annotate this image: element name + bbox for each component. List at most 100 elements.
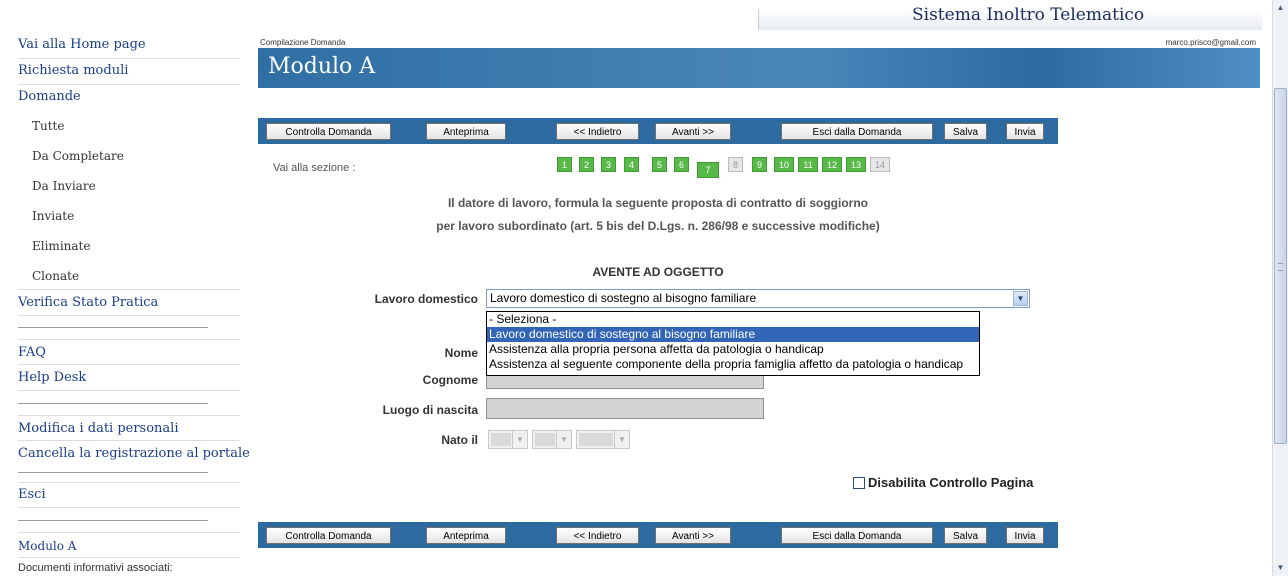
- sidebar-item-inviate[interactable]: Inviate: [32, 209, 74, 223]
- section-nav-label: Vai alla sezione :: [273, 162, 356, 174]
- scroll-up-icon[interactable]: ▲: [1273, 0, 1288, 16]
- birth-day-select[interactable]: ▼: [488, 430, 528, 449]
- sidebar-divider: [18, 84, 240, 85]
- salva-button[interactable]: Salva: [944, 527, 987, 544]
- indietro-button[interactable]: << Indietro: [556, 527, 639, 544]
- page-header: Modulo A: [258, 48, 1260, 88]
- user-email: marco.prisco@gmail.com: [1165, 38, 1256, 47]
- grip-icon: [1278, 263, 1283, 271]
- chevron-down-icon: ▼: [512, 431, 527, 448]
- disabilita-controllo-option[interactable]: Disabilita Controllo Pagina: [853, 474, 1033, 492]
- section-button-6[interactable]: 6: [674, 157, 689, 172]
- invia-button[interactable]: Invia: [1006, 527, 1044, 544]
- sidebar-divider: [18, 315, 240, 316]
- sidebar-divider: [18, 289, 240, 290]
- esci-domanda-button[interactable]: Esci dalla Domanda: [781, 123, 933, 140]
- sidebar-richiesta-moduli-link[interactable]: Richiesta moduli: [18, 63, 128, 78]
- section-button-10[interactable]: 10: [774, 157, 794, 172]
- nome-label: Nome: [444, 346, 478, 360]
- sidebar-separator: [18, 472, 208, 473]
- sidebar-divider: [18, 507, 240, 508]
- sidebar-separator: [18, 520, 208, 521]
- sidebar-home-link[interactable]: Vai alla Home page: [18, 37, 146, 52]
- sidebar-item-da-inviare[interactable]: Da Inviare: [32, 179, 96, 193]
- lavoro-domestico-selected-value: Lavoro domestico di sostegno al bisogno …: [490, 291, 757, 305]
- toolbar-bottom: Controlla Domanda Anteprima << Indietro …: [258, 522, 1058, 548]
- avanti-button[interactable]: Avanti >>: [655, 527, 731, 544]
- lavoro-domestico-options-list[interactable]: - Seleziona - Lavoro domestico di sosteg…: [486, 311, 980, 376]
- sidebar-separator: [18, 327, 208, 328]
- invia-button[interactable]: Invia: [1006, 123, 1044, 140]
- sidebar-divider: [18, 364, 240, 365]
- option-assistenza-propria-persona[interactable]: Assistenza alla propria persona affetta …: [487, 342, 979, 357]
- section-button-4[interactable]: 4: [624, 157, 639, 172]
- lavoro-domestico-label: Lavoro domestico: [374, 292, 478, 306]
- birth-year-select[interactable]: ▼: [576, 430, 630, 449]
- disabilita-controllo-checkbox[interactable]: [853, 477, 865, 489]
- lavoro-domestico-select[interactable]: Lavoro domestico di sostegno al bisogno …: [486, 289, 1030, 308]
- sidebar: Vai alla Home page Richiesta moduli Doma…: [0, 0, 255, 576]
- sidebar-divider: [18, 390, 240, 391]
- disabilita-controllo-label: Disabilita Controllo Pagina: [868, 475, 1034, 490]
- sidebar-modulo-link[interactable]: Modulo A: [18, 539, 76, 553]
- nato-il-label: Nato il: [441, 433, 478, 447]
- salva-button[interactable]: Salva: [944, 123, 987, 140]
- chevron-down-icon[interactable]: ▼: [1013, 291, 1028, 306]
- sidebar-item-eliminate[interactable]: Eliminate: [32, 239, 90, 253]
- controlla-domanda-button[interactable]: Controlla Domanda: [266, 527, 391, 544]
- option-seleziona[interactable]: - Seleziona -: [487, 312, 979, 327]
- sidebar-divider: [18, 58, 240, 59]
- sidebar-modifica-link[interactable]: Modifica i dati personali: [18, 421, 179, 436]
- breadcrumb: Compilazione Domanda: [260, 38, 346, 47]
- system-title: Sistema Inoltro Telematico: [912, 5, 1145, 25]
- section-button-9[interactable]: 9: [752, 157, 767, 172]
- intro-line-2: per lavoro subordinato (art. 5 bis del D…: [436, 219, 880, 233]
- sidebar-faq-link[interactable]: FAQ: [18, 345, 46, 360]
- option-lavoro-domestico-selected[interactable]: Lavoro domestico di sostegno al bisogno …: [487, 327, 979, 342]
- avanti-button[interactable]: Avanti >>: [655, 123, 731, 140]
- option-assistenza-componente-famiglia[interactable]: Assistenza al seguente componente della …: [487, 357, 979, 372]
- section-button-13[interactable]: 13: [846, 157, 866, 172]
- toolbar-top: Controlla Domanda Anteprima << Indietro …: [258, 118, 1058, 144]
- sidebar-help-desk-link[interactable]: Help Desk: [18, 370, 86, 385]
- sidebar-item-da-completare[interactable]: Da Completare: [32, 149, 124, 163]
- section-button-11[interactable]: 11: [798, 157, 818, 172]
- page-title: Modulo A: [268, 54, 376, 79]
- sidebar-item-tutte[interactable]: Tutte: [32, 119, 64, 133]
- sidebar-domande-link[interactable]: Domande: [18, 89, 81, 104]
- sidebar-divider: [18, 440, 240, 441]
- section-button-1[interactable]: 1: [557, 157, 572, 172]
- scroll-down-icon[interactable]: ▼: [1273, 560, 1288, 576]
- vertical-scrollbar[interactable]: ▲ ▼: [1272, 0, 1288, 576]
- sidebar-documenti-label: Documenti informativi associati:: [18, 562, 173, 574]
- sidebar-esci-link[interactable]: Esci: [18, 487, 46, 502]
- section-title: AVENTE AD OGGETTO: [592, 265, 724, 279]
- sidebar-verifica-link[interactable]: Verifica Stato Pratica: [18, 295, 158, 310]
- section-button-5[interactable]: 5: [652, 157, 667, 172]
- section-button-2[interactable]: 2: [579, 157, 594, 172]
- sidebar-divider: [18, 415, 240, 416]
- scrollbar-thumb[interactable]: [1274, 88, 1287, 444]
- intro-line-1: Il datore di lavoro, formula la seguente…: [447, 196, 869, 210]
- anteprima-button[interactable]: Anteprima: [426, 123, 506, 140]
- section-button-12[interactable]: 12: [822, 157, 842, 172]
- luogo-nascita-input[interactable]: [486, 398, 764, 419]
- sidebar-divider: [18, 339, 240, 340]
- cognome-label: Cognome: [422, 373, 478, 387]
- sidebar-divider: [18, 557, 240, 558]
- sidebar-divider: [18, 532, 240, 533]
- section-button-8[interactable]: 8: [728, 157, 743, 172]
- section-button-7-current[interactable]: 7: [697, 162, 719, 178]
- section-button-14[interactable]: 14: [870, 157, 890, 172]
- esci-domanda-button[interactable]: Esci dalla Domanda: [781, 527, 933, 544]
- birth-month-select[interactable]: ▼: [532, 430, 572, 449]
- indietro-button[interactable]: << Indietro: [556, 123, 639, 140]
- sidebar-cancella-link[interactable]: Cancella la registrazione al portale: [18, 446, 250, 461]
- luogo-nascita-label: Luogo di nascita: [382, 403, 478, 417]
- controlla-domanda-button[interactable]: Controlla Domanda: [266, 123, 391, 140]
- chevron-down-icon: ▼: [614, 431, 629, 448]
- section-button-3[interactable]: 3: [601, 157, 616, 172]
- sidebar-separator: [18, 403, 208, 404]
- anteprima-button[interactable]: Anteprima: [426, 527, 506, 544]
- sidebar-item-clonate[interactable]: Clonate: [32, 269, 79, 283]
